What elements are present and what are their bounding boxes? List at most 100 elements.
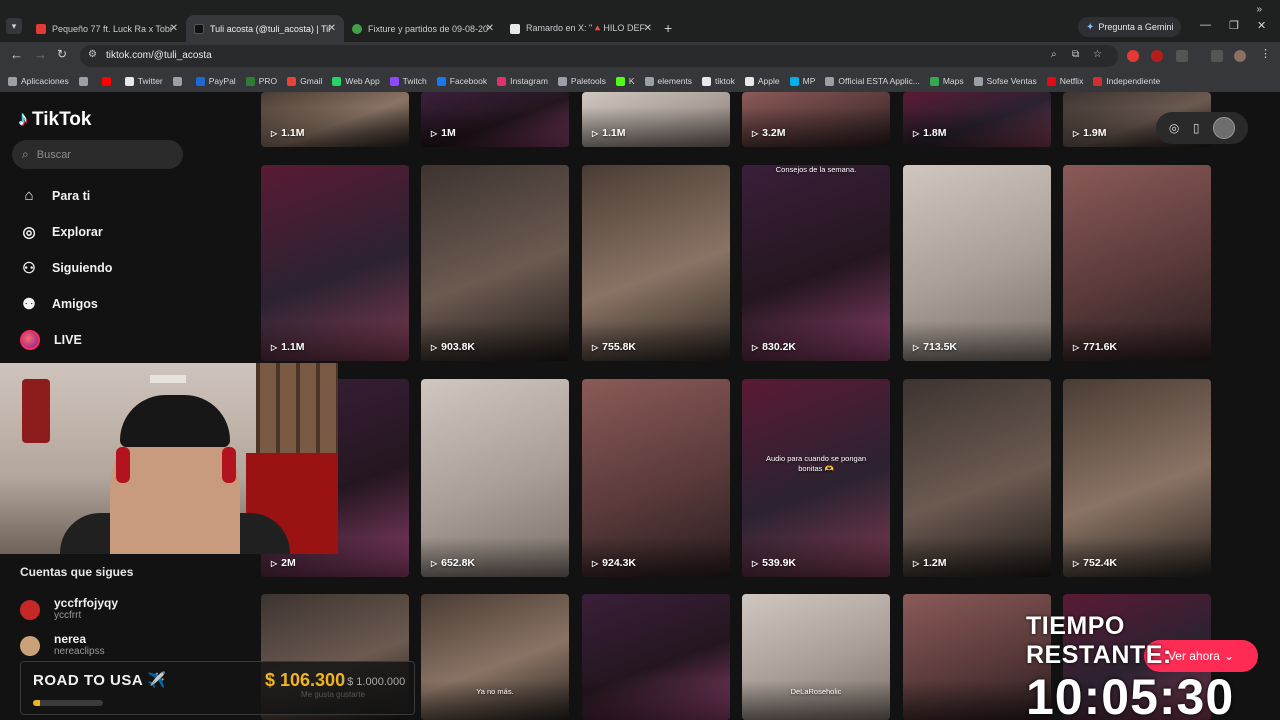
video-card[interactable]: ▷ 652.8K bbox=[421, 379, 569, 577]
bookmark-favicon-icon bbox=[389, 76, 399, 86]
view-count: ▷ 752.4K bbox=[1073, 557, 1118, 569]
close-icon[interactable]: ✕ bbox=[328, 23, 336, 34]
extensions-puzzle-icon[interactable] bbox=[1176, 50, 1188, 62]
bookmark-star-icon[interactable]: ☆ bbox=[1093, 49, 1102, 60]
nav-para-ti[interactable]: ⌂ Para ti bbox=[20, 187, 90, 204]
play-icon: ▷ bbox=[913, 558, 920, 568]
video-card[interactable]: ▷ 3.2M bbox=[742, 92, 890, 147]
followed-account[interactable]: yccfrfojyqy yccfrrt bbox=[20, 597, 118, 622]
bookmark-item[interactable]: Independiente bbox=[1093, 76, 1160, 86]
bookmark-item[interactable]: Twitch bbox=[389, 76, 427, 86]
bookmark-favicon-icon bbox=[497, 76, 507, 86]
mobile-icon[interactable]: ▯ bbox=[1193, 121, 1200, 135]
bookmark-item[interactable]: tiktok bbox=[702, 76, 735, 86]
tab-strip: ▾ Pequeño 77 ft. Luck Ra x Tobi - T ✕ Tu… bbox=[0, 12, 1280, 42]
gemini-button[interactable]: ✦ Pregunta a Gemini bbox=[1078, 17, 1182, 37]
view-count: ▷ 1.8M bbox=[913, 127, 947, 139]
nav-explorar[interactable]: ◎ Explorar bbox=[20, 223, 102, 241]
menu-dots-icon[interactable]: ⋮ bbox=[1260, 47, 1271, 60]
view-count: ▷ 713.5K bbox=[913, 341, 958, 353]
tab-fixture[interactable]: Fixture y partidos de 09-08-202 ✕ bbox=[344, 15, 502, 42]
address-bar[interactable]: ⚙ tiktok.com/@tuli_acosta ⌕ ⧉ ☆ bbox=[80, 45, 1118, 67]
top-right-controls: ◎ ▯ bbox=[1156, 112, 1248, 144]
followed-account[interactable]: nerea nereaclipss bbox=[20, 633, 105, 658]
play-icon: ▷ bbox=[271, 128, 278, 138]
road-title: ROAD TO USA ✈️ bbox=[33, 672, 167, 689]
maximize-icon[interactable]: ❐ bbox=[1229, 19, 1239, 32]
video-card[interactable]: DeLaRoseholic bbox=[742, 594, 890, 720]
bookmark-item[interactable] bbox=[101, 76, 115, 86]
video-card[interactable]: ▷ 771.6K bbox=[1063, 165, 1211, 361]
bookmark-item[interactable]: MP bbox=[789, 76, 815, 86]
close-icon[interactable]: ✕ bbox=[644, 23, 652, 34]
close-icon[interactable]: ✕ bbox=[170, 23, 178, 34]
video-card[interactable]: Ya no más. bbox=[421, 594, 569, 720]
video-card[interactable]: ▷ 924.3K bbox=[582, 379, 730, 577]
tab-tiktok[interactable]: Tuli acosta (@tuli_acosta) | TikT ✕ bbox=[186, 15, 344, 42]
video-card[interactable]: ▷ 903.8K bbox=[421, 165, 569, 361]
video-card[interactable]: ▷ 1.1M bbox=[582, 92, 730, 147]
bookmark-item[interactable]: Maps bbox=[929, 76, 964, 86]
close-window-icon[interactable]: ✕ bbox=[1257, 19, 1266, 32]
nav-amigos[interactable]: ⚉ Amigos bbox=[20, 295, 98, 313]
video-card[interactable]: ▷ 1M bbox=[421, 92, 569, 147]
tiktok-favicon-icon bbox=[194, 23, 204, 34]
bookmark-item[interactable]: PRO bbox=[245, 76, 277, 86]
video-card[interactable]: Audio para cuando se pongan bonitas 🫶 ▷ 53… bbox=[742, 379, 890, 577]
bookmark-item[interactable]: Aplicaciones bbox=[8, 76, 69, 86]
nav-siguiendo[interactable]: ⚇ Siguiendo bbox=[20, 259, 112, 277]
video-card[interactable]: ▷ 1.1M bbox=[261, 92, 409, 147]
bookmark-item[interactable]: Web App bbox=[332, 76, 380, 86]
nav-live[interactable]: LIVE bbox=[20, 330, 82, 350]
compass-icon: ◎ bbox=[22, 224, 36, 241]
video-card[interactable] bbox=[582, 594, 730, 720]
video-card[interactable]: ▷ 1.2M bbox=[903, 379, 1051, 577]
bookmark-item[interactable]: PayPal bbox=[195, 76, 236, 86]
profile-avatar[interactable] bbox=[1234, 50, 1246, 62]
video-card[interactable]: ▷ 713.5K bbox=[903, 165, 1051, 361]
video-card[interactable]: Consejos de la semana. ▷ 830.2K bbox=[742, 165, 890, 361]
tiktok-logo[interactable]: ♪ TikTok bbox=[18, 108, 91, 131]
close-icon[interactable]: ✕ bbox=[486, 23, 494, 34]
forward-icon[interactable]: → bbox=[34, 47, 47, 62]
bookmark-item[interactable]: Facebook bbox=[436, 76, 487, 86]
search-input[interactable] bbox=[36, 148, 167, 161]
site-info-icon[interactable]: ⚙ bbox=[88, 49, 97, 60]
bookmark-item[interactable]: Paletools bbox=[557, 76, 606, 86]
compass-icon[interactable]: ◎ bbox=[1169, 121, 1179, 135]
webcam-headset-right bbox=[222, 447, 236, 483]
back-icon[interactable]: ← bbox=[10, 47, 23, 62]
video-card[interactable]: ▷ 1.1M bbox=[261, 165, 409, 361]
profile-avatar[interactable] bbox=[1213, 117, 1236, 139]
video-card[interactable]: ▷ 752.4K bbox=[1063, 379, 1211, 577]
reading-list-icon[interactable] bbox=[1211, 50, 1223, 62]
extension-icon[interactable] bbox=[1127, 50, 1139, 62]
bookmark-favicon-icon bbox=[644, 76, 654, 86]
video-card[interactable]: ▷ 755.8K bbox=[582, 165, 730, 361]
bookmark-item[interactable]: Apple bbox=[744, 76, 780, 86]
play-icon: ▷ bbox=[592, 558, 599, 568]
video-card[interactable]: ▷ 1.8M bbox=[903, 92, 1051, 147]
bookmark-item[interactable]: Gmail bbox=[287, 76, 322, 86]
install-app-icon[interactable]: ⧉ bbox=[1072, 49, 1079, 60]
bookmark-item[interactable] bbox=[172, 76, 186, 86]
reload-icon[interactable]: ↻ bbox=[57, 47, 67, 61]
bookmark-item[interactable] bbox=[78, 76, 92, 86]
search-box[interactable]: ⌕ bbox=[12, 140, 183, 169]
bookmark-item[interactable]: Netflix bbox=[1046, 76, 1083, 86]
extension-icon[interactable] bbox=[1151, 50, 1163, 62]
bookmark-item[interactable]: K bbox=[615, 76, 635, 86]
zoom-icon[interactable]: ⌕ bbox=[1051, 49, 1057, 60]
bookmark-item[interactable]: elements bbox=[644, 76, 692, 86]
bookmark-item[interactable]: Official ESTA Applic... bbox=[825, 76, 920, 86]
tab-music[interactable]: Pequeño 77 ft. Luck Ra x Tobi - T ✕ bbox=[28, 15, 186, 42]
new-tab-button[interactable]: + bbox=[664, 20, 672, 36]
bookmark-item[interactable]: Sofse Ventas bbox=[973, 76, 1037, 86]
bookmarks-overflow-icon[interactable]: » bbox=[1256, 4, 1262, 15]
minimize-icon[interactable]: — bbox=[1200, 19, 1211, 31]
tab-x[interactable]: Ramardo en X: "🔺HILO DEFINI ✕ bbox=[502, 15, 660, 42]
bookmark-item[interactable]: Instagram bbox=[497, 76, 548, 86]
tab-search-button[interactable]: ▾ bbox=[6, 18, 22, 34]
bookmark-item[interactable]: Twitter bbox=[124, 76, 163, 86]
video-caption: Audio para cuando se pongan bonitas 🫶 bbox=[765, 454, 867, 473]
